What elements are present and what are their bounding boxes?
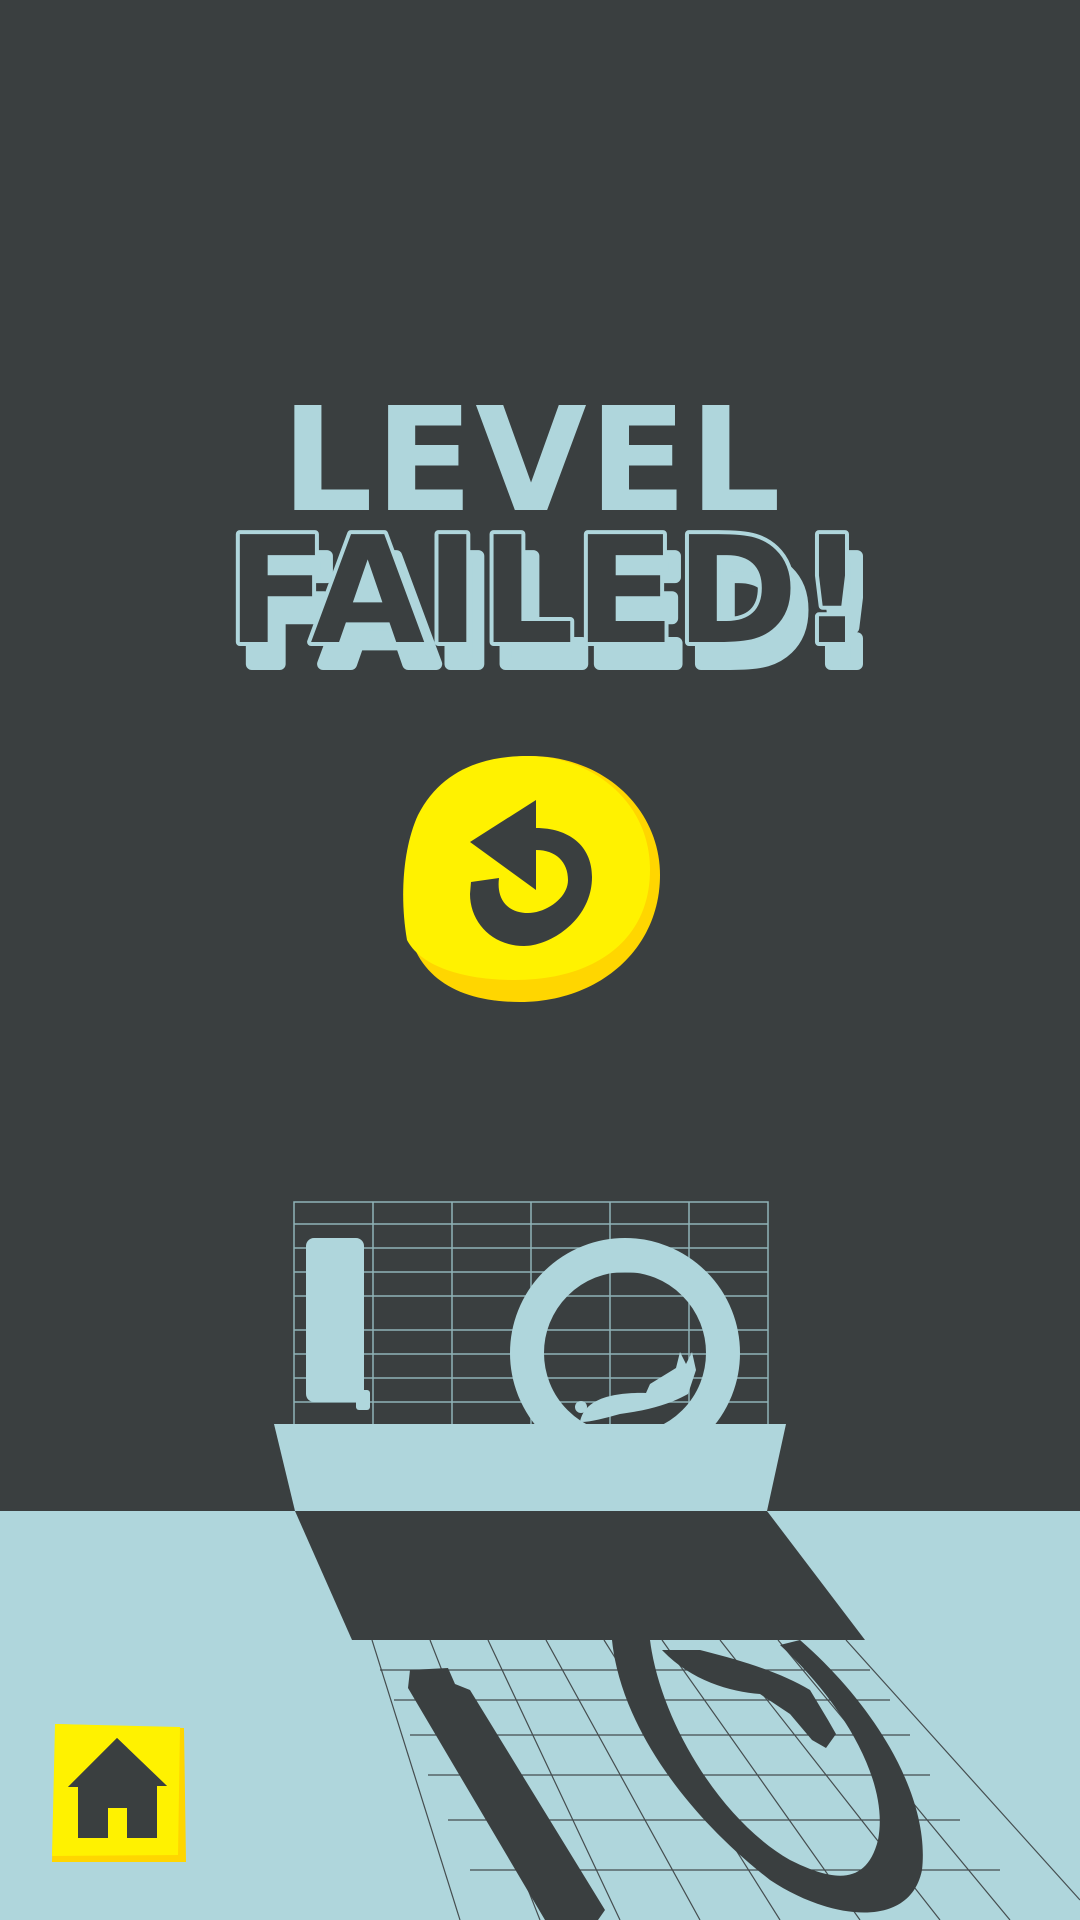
pillar-shadow bbox=[408, 1668, 605, 1920]
creature bbox=[580, 1352, 696, 1422]
ledge-shadow bbox=[295, 1511, 865, 1640]
pillar bbox=[306, 1238, 364, 1402]
title-line-failed: FAILED! bbox=[226, 505, 865, 677]
ledge bbox=[274, 1424, 786, 1511]
home-button[interactable] bbox=[50, 1722, 188, 1864]
ring bbox=[510, 1238, 740, 1468]
level-failed-title: LEVEL FAILED! FAILED! bbox=[222, 380, 883, 680]
retry-button[interactable] bbox=[400, 750, 665, 1005]
